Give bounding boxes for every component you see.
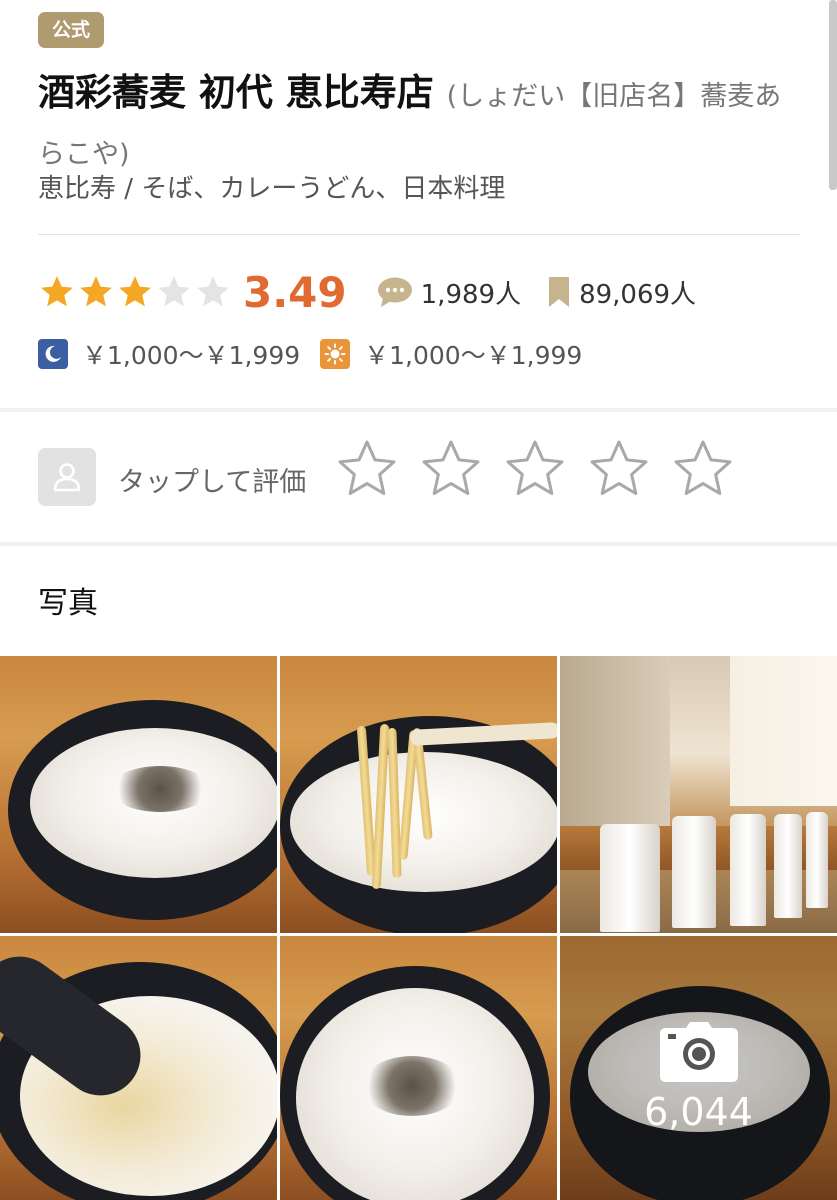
review-count[interactable]: 1,989人 bbox=[421, 274, 521, 311]
star-outline-icon[interactable] bbox=[670, 436, 736, 502]
divider bbox=[38, 234, 800, 235]
official-badge: 公式 bbox=[38, 12, 105, 48]
star-filled-icon bbox=[80, 276, 112, 307]
photo-thumbnail[interactable] bbox=[0, 936, 277, 1200]
bookmark-count[interactable]: 89,069人 bbox=[579, 274, 696, 311]
restaurant-name: 酒彩蕎麦 初代 恵比寿店 bbox=[38, 71, 434, 114]
dinner-price: ￥1,000～￥1,999 bbox=[82, 341, 301, 370]
star-outline-icon[interactable] bbox=[334, 436, 400, 502]
scrollbar[interactable] bbox=[829, 0, 837, 190]
photo-thumbnail-more[interactable]: 6,044 bbox=[560, 936, 837, 1200]
photo-count: 6,044 bbox=[644, 1090, 753, 1134]
camera-icon bbox=[660, 1022, 738, 1082]
rating-stars bbox=[38, 273, 233, 311]
photo-grid: 6,044 bbox=[0, 656, 837, 1200]
speech-bubble-icon bbox=[377, 277, 412, 307]
area-genre-line: 恵比寿 / そば、カレーうどん、日本料理 bbox=[38, 168, 505, 205]
tap-to-rate-label: タップして評価 bbox=[118, 467, 307, 498]
moon-icon bbox=[38, 339, 68, 369]
star-outline-icon[interactable] bbox=[586, 436, 652, 502]
photos-section-title: 写真 bbox=[38, 586, 98, 621]
user-silhouette-icon bbox=[38, 448, 96, 506]
photo-thumbnail[interactable] bbox=[280, 656, 557, 933]
photo-thumbnail[interactable] bbox=[560, 656, 837, 933]
photo-thumbnail[interactable] bbox=[0, 656, 277, 933]
area-label[interactable]: 恵比寿 bbox=[38, 174, 116, 204]
section-separator bbox=[0, 542, 837, 546]
genre-separator: / bbox=[116, 174, 142, 204]
star-outline-icon[interactable] bbox=[418, 436, 484, 502]
user-rating-stars[interactable] bbox=[334, 436, 754, 502]
star-outline-icon[interactable] bbox=[502, 436, 568, 502]
restaurant-title: 酒彩蕎麦 初代 恵比寿店 (しょだい【旧店名】蕎麦あらこや) bbox=[38, 66, 808, 182]
user-rating-row[interactable]: タップして評価 bbox=[0, 412, 837, 542]
rating-score: 3.49 bbox=[243, 267, 347, 317]
price-row: ￥1,000～￥1,999 ￥1,000～￥1,999 bbox=[38, 336, 582, 372]
lunch-price: ￥1,000～￥1,999 bbox=[364, 341, 583, 370]
sun-icon bbox=[320, 339, 351, 369]
star-empty-icon bbox=[158, 276, 190, 307]
genre-label: そば、カレーうどん、日本料理 bbox=[141, 174, 506, 204]
star-filled-icon bbox=[41, 276, 73, 307]
bookmark-icon bbox=[549, 277, 570, 307]
restaurant-header: 公式 酒彩蕎麦 初代 恵比寿店 (しょだい【旧店名】蕎麦あらこや) 恵比寿 / … bbox=[0, 0, 829, 408]
rating-row: 3.49 1,989人 89,069人 bbox=[38, 262, 696, 322]
star-filled-icon bbox=[119, 276, 151, 307]
star-empty-icon bbox=[197, 276, 229, 307]
photo-thumbnail[interactable] bbox=[280, 936, 557, 1200]
